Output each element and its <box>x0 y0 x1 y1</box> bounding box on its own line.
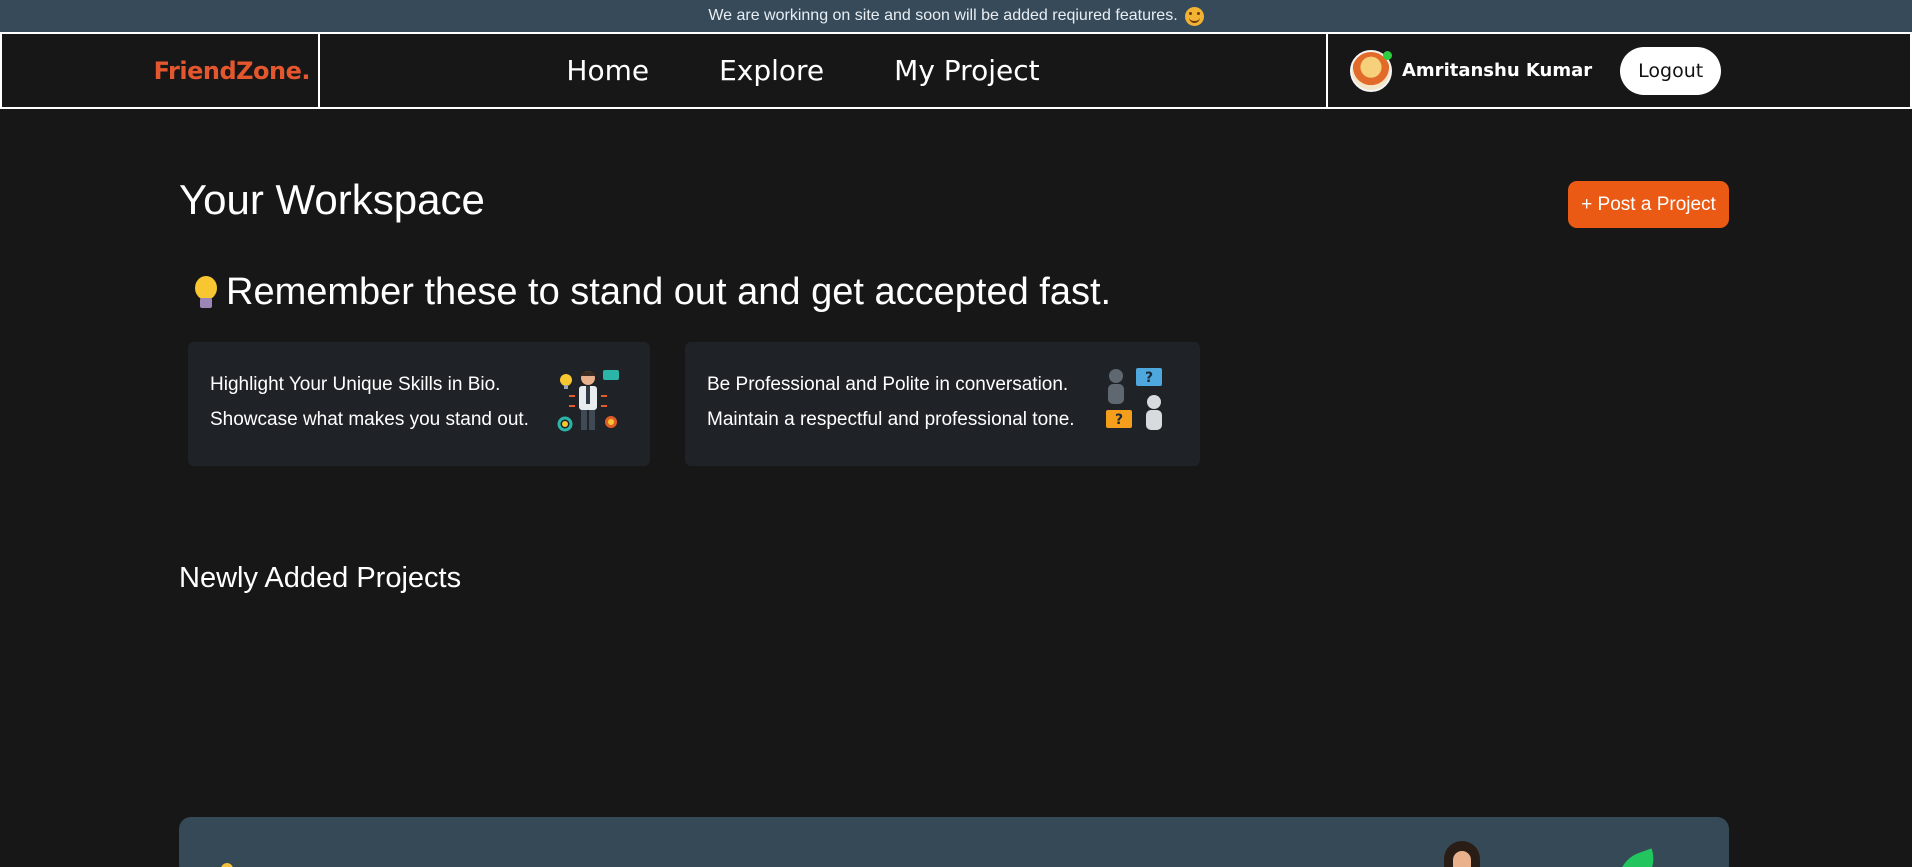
nav-links: Home Explore My Project <box>320 34 1326 107</box>
brand-cell: FriendZone. <box>2 34 320 107</box>
user-menu: Amritanshu Kumar Logout <box>1326 34 1912 107</box>
tip-line: Highlight Your Unique Skills in Bio. <box>210 374 501 395</box>
top-navbar: FriendZone. Home Explore My Project Amri… <box>0 32 1912 109</box>
tip-line: Showcase what makes you stand out. <box>210 409 529 430</box>
svg-text:?: ? <box>1115 412 1123 428</box>
tip-line: Maintain a respectful and professional t… <box>707 409 1075 430</box>
tip-card-skills: Highlight Your Unique Skills in Bio. Sho… <box>188 342 650 466</box>
section-title-new-projects: Newly Added Projects <box>179 562 462 594</box>
tip-card-professional: Be Professional and Polite in conversati… <box>685 342 1200 466</box>
online-status-dot <box>1383 50 1392 60</box>
svg-text:?: ? <box>1145 370 1153 386</box>
star-icon <box>221 863 233 867</box>
post-project-button[interactable]: + Post a Project <box>1568 181 1729 228</box>
light-bulb-icon <box>194 275 218 310</box>
user-name[interactable]: Amritanshu Kumar <box>1402 60 1592 81</box>
smiling-face-icon <box>1184 6 1204 26</box>
brand-logo[interactable]: FriendZone. <box>154 57 311 85</box>
announcement-text: We are workinng on site and soon will be… <box>708 7 1178 24</box>
nav-link-home[interactable]: Home <box>566 54 649 87</box>
conversation-people-icon: ? ? <box>1106 368 1162 430</box>
tips-heading: Remember these to stand out and get acce… <box>194 271 1111 314</box>
logout-button[interactable]: Logout <box>1620 46 1722 95</box>
nav-link-explore[interactable]: Explore <box>719 54 824 87</box>
person-illustration <box>1444 841 1480 867</box>
tips-heading-text: Remember these to stand out and get acce… <box>226 271 1112 313</box>
nav-link-my-project[interactable]: My Project <box>894 54 1039 87</box>
skills-person-icon <box>557 370 619 432</box>
tip-line: Be Professional and Polite in conversati… <box>707 374 1069 395</box>
leaf-icon <box>1610 848 1662 867</box>
page-title: Your Workspace <box>179 176 485 223</box>
bottom-banner <box>179 817 1729 867</box>
announcement-bar: We are workinng on site and soon will be… <box>0 0 1912 32</box>
avatar[interactable] <box>1350 49 1392 92</box>
